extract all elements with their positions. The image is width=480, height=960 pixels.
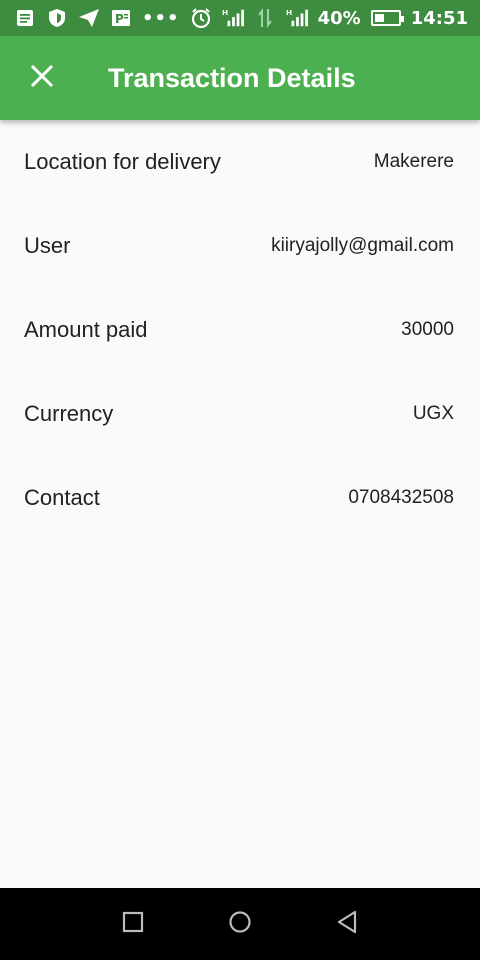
detail-label: Location for delivery [24, 149, 221, 174]
detail-row-contact: Contact 0708432508 [0, 456, 480, 540]
battery-level-fill [374, 14, 384, 22]
close-button[interactable] [0, 36, 84, 120]
svg-text:H: H [286, 8, 292, 17]
battery-icon [370, 10, 404, 26]
detail-value: 30000 [401, 319, 454, 340]
signal-icon: H [222, 7, 244, 29]
data-arrows-icon [254, 7, 276, 29]
home-button[interactable] [220, 904, 260, 944]
system-nav-bar [0, 888, 480, 960]
status-bar-left: P ••• [14, 7, 180, 29]
recents-icon [122, 911, 144, 937]
powerpoint-icon: P [110, 7, 132, 29]
home-icon [228, 910, 252, 938]
close-icon [30, 64, 54, 91]
status-bar: P ••• H H 40% 14:51 [0, 0, 480, 36]
app-bar: Transaction Details [0, 36, 480, 120]
shield-icon [46, 7, 68, 29]
clock: 14:51 [410, 7, 468, 29]
detail-row-amount: Amount paid 30000 [0, 288, 480, 372]
status-bar-right: H H 40% 14:51 [190, 7, 468, 29]
detail-label: User [24, 233, 71, 258]
send-icon [78, 7, 100, 29]
detail-label: Currency [24, 401, 114, 426]
notes-icon [14, 7, 36, 29]
alarm-icon [190, 7, 212, 29]
back-button[interactable] [327, 904, 367, 944]
detail-value: Makerere [373, 151, 454, 172]
recents-button[interactable] [113, 904, 153, 944]
transaction-details-list: Location for delivery Makerere User kiir… [0, 120, 480, 540]
battery-percentage: 40% [317, 7, 361, 29]
more-notifications-indicator: ••• [142, 7, 180, 29]
detail-row-currency: Currency UGX [0, 372, 480, 456]
detail-value: kiiryajolly@gmail.com [271, 235, 454, 256]
svg-text:P: P [115, 12, 124, 26]
detail-label: Contact [24, 485, 100, 510]
detail-value: UGX [412, 403, 454, 424]
signal-icon: H [286, 7, 308, 29]
detail-row-user: User kiiryajolly@gmail.com [0, 204, 480, 288]
back-icon [336, 910, 358, 938]
detail-row-location: Location for delivery Makerere [0, 120, 480, 204]
svg-text:H: H [222, 8, 228, 17]
detail-value: 0708432508 [348, 487, 454, 508]
page-title: Transaction Details [108, 62, 356, 93]
detail-label: Amount paid [24, 317, 148, 342]
